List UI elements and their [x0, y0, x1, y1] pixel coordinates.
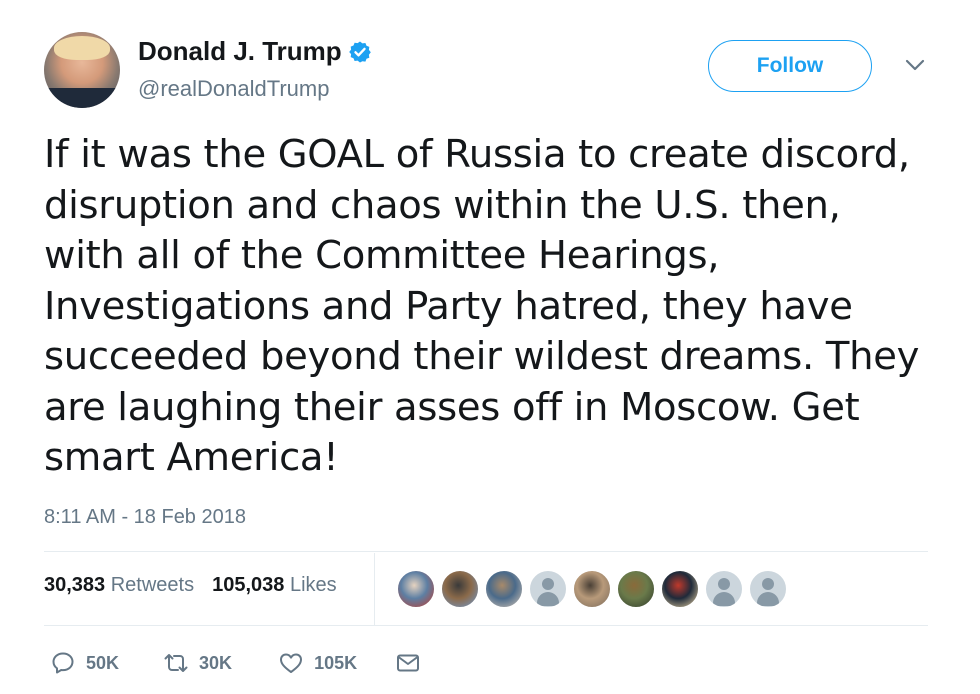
retweet-icon — [164, 654, 188, 672]
author-handle[interactable]: @realDonaldTrump — [138, 76, 329, 102]
author-avatar[interactable] — [44, 32, 120, 108]
likes-count: 105,038 — [212, 574, 285, 596]
retweet-count: 30K — [199, 652, 233, 673]
liker-avatar[interactable] — [396, 569, 436, 609]
follow-button[interactable]: Follow — [708, 40, 872, 92]
tweet-actions: 50K 30K 105K — [50, 650, 421, 676]
author-name-row[interactable]: Donald J. Trump — [138, 36, 372, 67]
liker-avatar[interactable] — [572, 569, 612, 609]
tweet-text: If it was the GOAL of Russia to create d… — [44, 132, 920, 480]
default-avatar-head — [762, 578, 774, 590]
heart-icon — [280, 653, 303, 673]
envelope-icon — [397, 654, 420, 672]
reply-icon — [52, 652, 74, 674]
liker-avatar[interactable] — [704, 569, 744, 609]
author-display-name[interactable]: Donald J. Trump — [138, 36, 342, 67]
retweets-count: 30,383 — [44, 574, 106, 596]
avatar-hair — [54, 36, 110, 60]
liker-avatar[interactable] — [484, 569, 524, 609]
retweets-label: Retweets — [110, 574, 195, 596]
divider-top — [44, 551, 928, 552]
likes-stat[interactable]: 105,038 Likes — [212, 574, 337, 597]
retweet-button[interactable]: 30K — [163, 650, 232, 676]
likers-avatar-list — [396, 569, 788, 609]
default-avatar-body — [537, 592, 559, 606]
liker-avatar[interactable] — [528, 569, 568, 609]
reply-count: 50K — [86, 652, 120, 673]
like-button[interactable]: 105K — [278, 650, 357, 676]
avatar-suit — [44, 88, 120, 108]
default-avatar-head — [718, 578, 730, 590]
divider-bottom — [44, 625, 928, 626]
likes-label: Likes — [289, 574, 337, 596]
verified-badge-icon — [348, 41, 371, 62]
liker-avatar[interactable] — [748, 569, 788, 609]
direct-message-button[interactable] — [395, 650, 421, 676]
reply-button[interactable]: 50K — [50, 650, 119, 676]
retweets-stat[interactable]: 30,383 Retweets — [44, 574, 194, 597]
liker-avatar[interactable] — [660, 569, 700, 609]
stats-separator — [374, 553, 375, 625]
default-avatar-head — [542, 578, 554, 590]
tweet-stats: 30,383 Retweets 105,038 Likes — [44, 574, 337, 597]
default-avatar-body — [757, 592, 779, 606]
tweet-timestamp[interactable]: 8:11 AM - 18 Feb 2018 — [44, 506, 246, 529]
chevron-down-icon[interactable] — [904, 56, 926, 74]
liker-avatar[interactable] — [440, 569, 480, 609]
like-count: 105K — [314, 652, 358, 673]
default-avatar-body — [713, 592, 735, 606]
liker-avatar[interactable] — [616, 569, 656, 609]
